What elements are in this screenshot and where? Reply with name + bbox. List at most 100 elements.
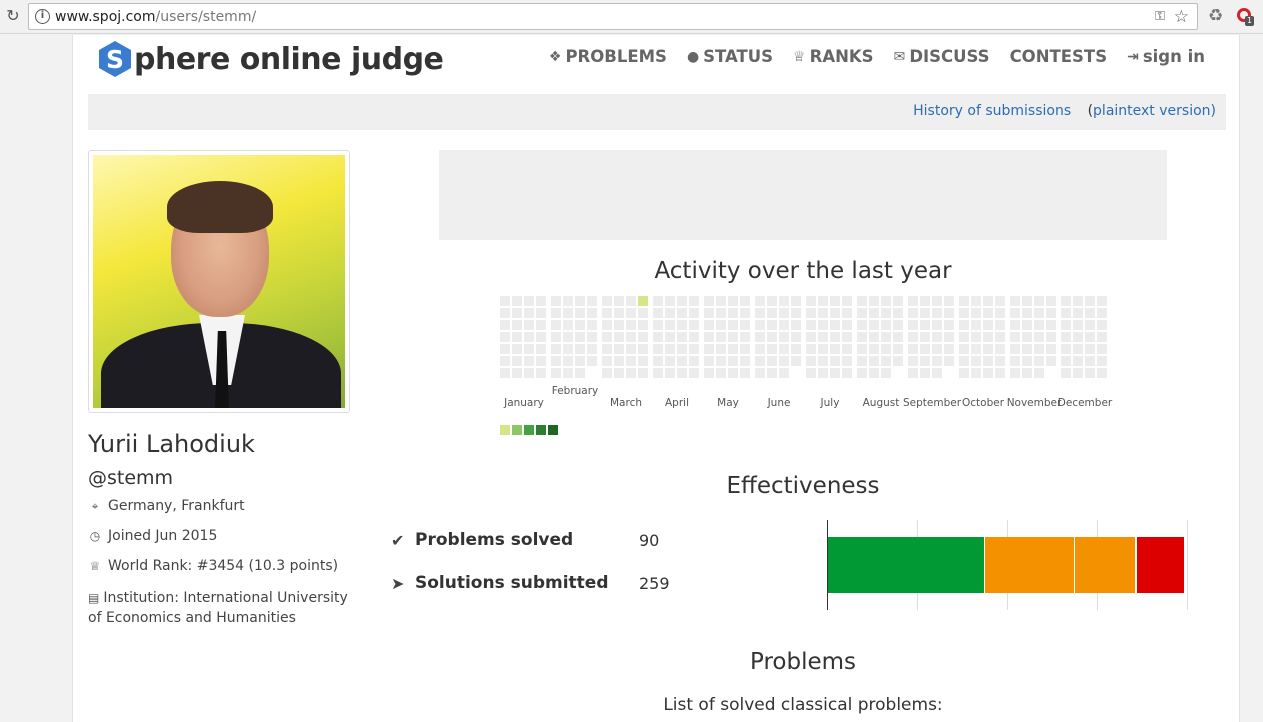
activity-day-cell[interactable] [995, 332, 1005, 342]
activity-day-cell[interactable] [1022, 332, 1032, 342]
activity-day-cell[interactable] [689, 368, 699, 378]
activity-day-cell[interactable] [995, 320, 1005, 330]
activity-day-cell[interactable] [920, 296, 930, 306]
key-icon[interactable]: ⚿ [1155, 9, 1165, 24]
activity-day-cell[interactable] [755, 344, 765, 354]
activity-day-cell[interactable] [1010, 320, 1020, 330]
activity-day-cell[interactable] [500, 368, 510, 378]
activity-day-cell[interactable] [587, 332, 597, 342]
activity-day-cell[interactable] [602, 344, 612, 354]
activity-day-cell[interactable] [665, 344, 675, 354]
activity-day-cell[interactable] [932, 332, 942, 342]
activity-day-cell[interactable] [512, 308, 522, 318]
activity-day-cell[interactable] [524, 344, 534, 354]
activity-day-cell[interactable] [551, 296, 561, 306]
activity-day-cell[interactable] [626, 344, 636, 354]
activity-day-cell[interactable] [755, 308, 765, 318]
activity-day-cell[interactable] [971, 344, 981, 354]
activity-day-cell[interactable] [908, 320, 918, 330]
activity-day-cell[interactable] [1097, 308, 1107, 318]
activity-day-cell[interactable] [1022, 296, 1032, 306]
nav-contests[interactable]: CONTESTS [1010, 47, 1108, 66]
activity-day-cell[interactable] [602, 296, 612, 306]
activity-day-cell[interactable] [869, 308, 879, 318]
activity-day-cell[interactable] [536, 368, 546, 378]
activity-day-cell[interactable] [653, 368, 663, 378]
activity-day-cell[interactable] [500, 344, 510, 354]
activity-day-cell[interactable] [869, 368, 879, 378]
activity-day-cell[interactable] [665, 368, 675, 378]
activity-day-cell[interactable] [791, 344, 801, 354]
activity-day-cell[interactable] [704, 332, 714, 342]
activity-day-cell[interactable] [755, 332, 765, 342]
activity-day-cell[interactable] [959, 356, 969, 366]
activity-day-cell[interactable] [881, 296, 891, 306]
activity-day-cell[interactable] [971, 320, 981, 330]
activity-day-cell[interactable] [995, 368, 1005, 378]
activity-day-cell[interactable] [971, 368, 981, 378]
activity-day-cell[interactable] [740, 320, 750, 330]
activity-day-cell[interactable] [971, 356, 981, 366]
activity-day-cell[interactable] [767, 320, 777, 330]
activity-day-cell[interactable] [602, 356, 612, 366]
activity-day-cell[interactable] [857, 308, 867, 318]
activity-day-cell[interactable] [500, 332, 510, 342]
nav-problems[interactable]: ❖ PROBLEMS [549, 47, 667, 66]
activity-day-cell[interactable] [1034, 296, 1044, 306]
activity-day-cell[interactable] [1046, 356, 1056, 366]
activity-day-cell[interactable] [740, 344, 750, 354]
activity-day-cell[interactable] [728, 344, 738, 354]
activity-day-cell[interactable] [740, 308, 750, 318]
activity-day-cell[interactable] [728, 296, 738, 306]
activity-day-cell[interactable] [689, 308, 699, 318]
activity-day-cell[interactable] [830, 320, 840, 330]
activity-day-cell[interactable] [677, 368, 687, 378]
activity-day-cell[interactable] [1010, 368, 1020, 378]
activity-day-cell[interactable] [881, 356, 891, 366]
activity-day-cell[interactable] [536, 320, 546, 330]
activity-day-cell[interactable] [716, 356, 726, 366]
activity-day-cell[interactable] [575, 308, 585, 318]
activity-day-cell[interactable] [704, 368, 714, 378]
activity-day-cell[interactable] [920, 332, 930, 342]
activity-day-cell[interactable] [983, 332, 993, 342]
activity-day-cell[interactable] [716, 296, 726, 306]
activity-day-cell[interactable] [932, 308, 942, 318]
activity-day-cell[interactable] [1097, 296, 1107, 306]
activity-day-cell[interactable] [767, 332, 777, 342]
activity-day-cell[interactable] [818, 320, 828, 330]
activity-day-cell[interactable] [1010, 344, 1020, 354]
activity-day-cell[interactable] [767, 368, 777, 378]
activity-day-cell[interactable] [818, 344, 828, 354]
activity-day-cell[interactable] [779, 308, 789, 318]
activity-day-cell[interactable] [995, 308, 1005, 318]
activity-day-cell[interactable] [677, 320, 687, 330]
activity-day-cell[interactable] [575, 332, 585, 342]
activity-day-cell[interactable] [512, 344, 522, 354]
activity-day-cell[interactable] [908, 296, 918, 306]
activity-day-cell[interactable] [944, 356, 954, 366]
activity-day-cell[interactable] [638, 332, 648, 342]
activity-day-cell[interactable] [1022, 356, 1032, 366]
activity-day-cell[interactable] [959, 296, 969, 306]
activity-day-cell[interactable] [551, 332, 561, 342]
activity-day-cell[interactable] [689, 332, 699, 342]
activity-day-cell[interactable] [602, 308, 612, 318]
activity-day-cell[interactable] [932, 296, 942, 306]
activity-day-cell[interactable] [536, 296, 546, 306]
bookmark-star-icon[interactable]: ☆ [1174, 7, 1189, 27]
activity-day-cell[interactable] [1085, 368, 1095, 378]
activity-day-cell[interactable] [830, 356, 840, 366]
activity-day-cell[interactable] [512, 320, 522, 330]
activity-day-cell[interactable] [653, 296, 663, 306]
activity-day-cell[interactable] [704, 320, 714, 330]
activity-day-cell[interactable] [818, 308, 828, 318]
activity-day-cell[interactable] [959, 332, 969, 342]
activity-day-cell[interactable] [881, 308, 891, 318]
activity-day-cell[interactable] [818, 368, 828, 378]
activity-day-cell[interactable] [932, 320, 942, 330]
activity-day-cell[interactable] [653, 356, 663, 366]
activity-day-cell[interactable] [806, 296, 816, 306]
activity-day-cell[interactable] [614, 356, 624, 366]
activity-day-cell[interactable] [881, 332, 891, 342]
